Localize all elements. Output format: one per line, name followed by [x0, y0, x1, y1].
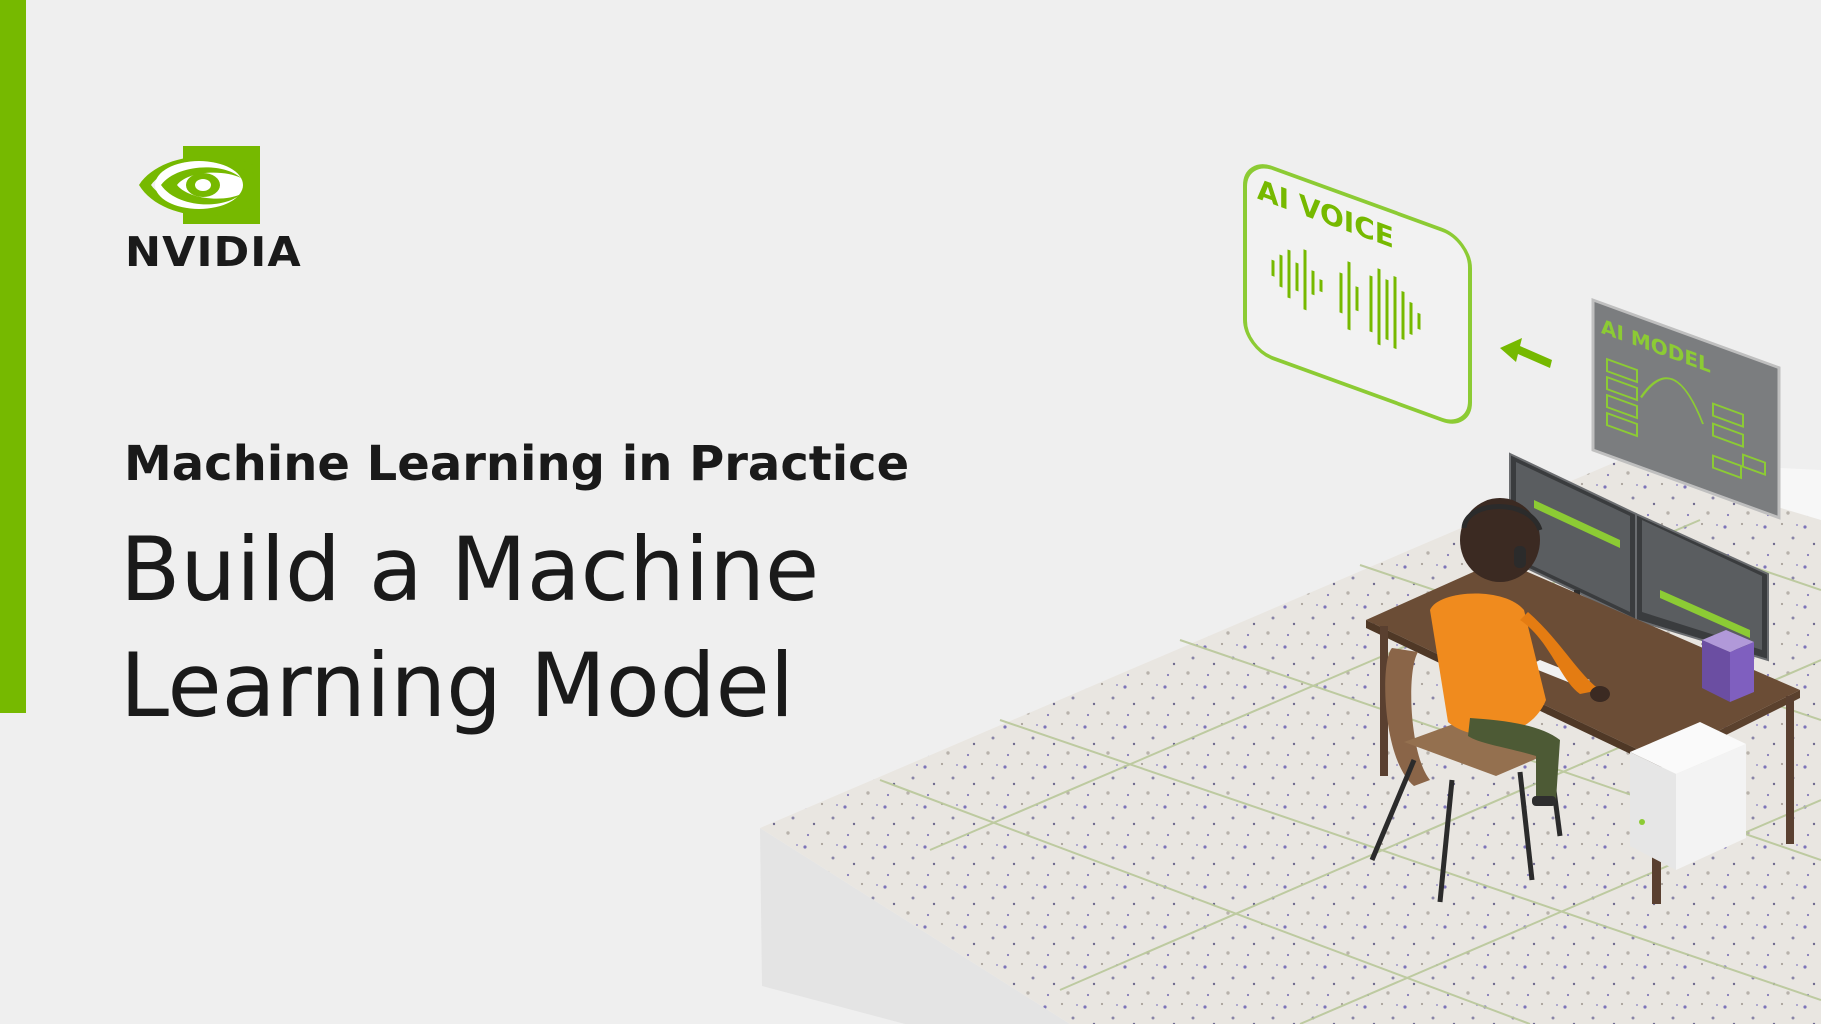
purple-device: [1702, 630, 1754, 702]
workspace-illustration: AI VOICE AI MODEL: [760, 164, 1821, 1024]
ai-voice-panel: AI VOICE: [1243, 164, 1472, 424]
left-arrow-icon: [1500, 338, 1552, 368]
